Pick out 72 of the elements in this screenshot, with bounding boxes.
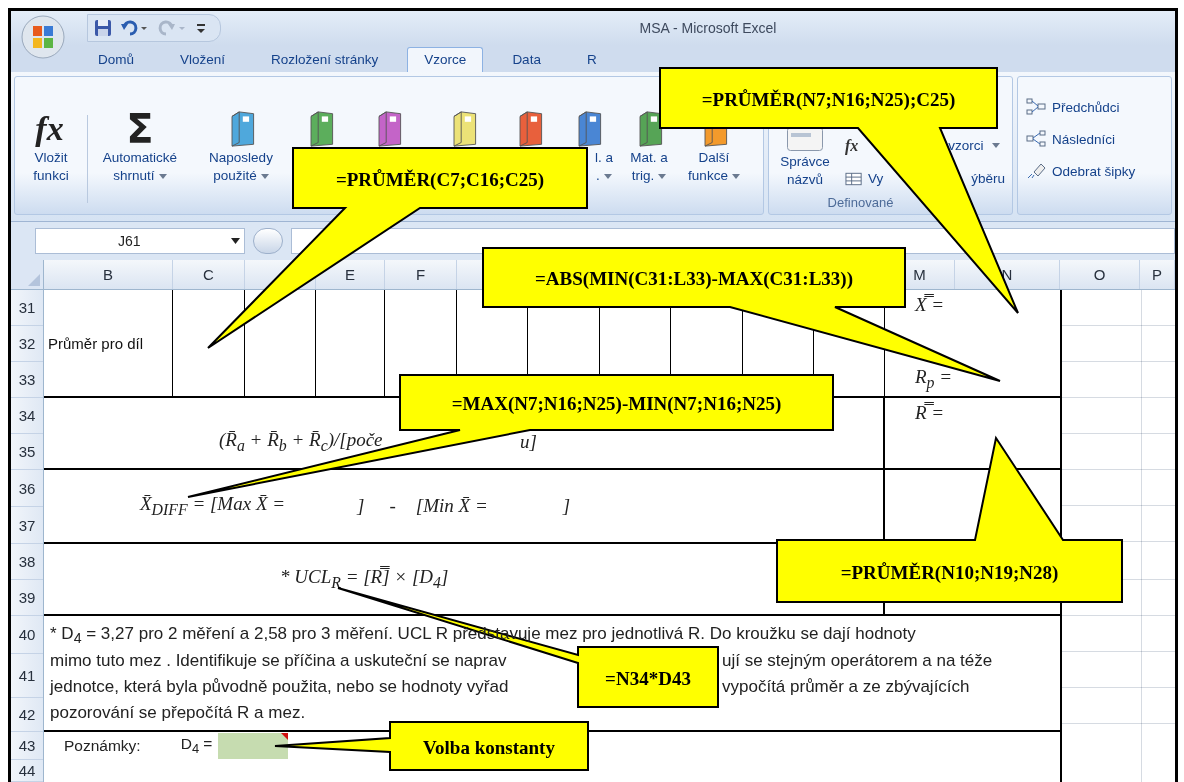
cell-formula: u] — [520, 431, 537, 453]
table-icon — [845, 171, 863, 186]
column-header[interactable]: E — [345, 266, 355, 283]
name-box[interactable]: J61 — [35, 228, 245, 254]
name-tag-icon — [787, 127, 823, 151]
ribbon-button[interactable]: l. a . — [558, 111, 618, 185]
row-header[interactable]: 37 — [18, 516, 36, 534]
ribbon-tab[interactable]: Rozložení stránky — [254, 47, 396, 72]
auditing-button[interactable]: Předchůdci — [1022, 95, 1167, 119]
cell-formula: (R̄$_{a}$ + R̄$_{b}$ + R̄$_{c}$)/[poče — [219, 429, 383, 455]
row-header[interactable]: 32 — [18, 335, 36, 352]
row-header[interactable]: 33 — [18, 371, 36, 388]
save-icon[interactable] — [94, 19, 112, 37]
ribbon-tab[interactable]: Domů — [81, 47, 151, 72]
ribbon-tab[interactable]: R — [569, 47, 614, 72]
column-header[interactable]: B — [103, 266, 113, 283]
ribbon-button[interactable]: Naposledy použité — [192, 111, 290, 185]
callout-tooltip: Volba konstanty — [274, 721, 589, 771]
ribbon-tab[interactable]: Vložení — [163, 47, 243, 72]
cell-formula: - — [389, 495, 396, 517]
note-text: pozorování se přepočítá R a mez. — [50, 703, 306, 723]
boxes-arrow-icon — [1026, 98, 1046, 116]
cell-formula: R$_{p}$ = — [915, 366, 953, 392]
column-header[interactable]: C — [203, 266, 214, 283]
note-text: mimo tuto mez . Identifikuje se příčina a uskuteční se naprav — [50, 651, 507, 671]
window-title: MSA - Microsoft Excel — [638, 20, 778, 36]
ribbon-button[interactable]: fx Vložit funkci — [15, 111, 87, 185]
row-header[interactable]: 31 — [18, 299, 36, 316]
eraser-icon — [1026, 162, 1046, 180]
cell-text: Poznámky: — [64, 737, 141, 755]
column-header[interactable]: F — [415, 266, 426, 283]
row-header[interactable]: 40 — [18, 626, 36, 643]
column-header[interactable]: P — [1152, 266, 1162, 283]
use-in-formula-button[interactable]: fx vzorci — [841, 129, 1009, 162]
cell-formula: [Min X̄ = — [415, 495, 488, 517]
row-header[interactable]: 44 — [18, 762, 36, 779]
input-field[interactable] — [218, 733, 289, 759]
ribbon-button[interactable]: Σ Automatické shrnutí — [88, 111, 192, 185]
note-text: ují se stejným operátorem a na téže — [722, 651, 993, 671]
row-header[interactable]: 35 — [18, 443, 36, 460]
cell-formula: R̿ = — [915, 402, 945, 424]
auditing-button[interactable]: Odebrat šipky — [1022, 159, 1167, 183]
caret-icon — [231, 238, 240, 244]
note-text: jednotce, která byla původně použita, nebo se hodnoty vyřad — [50, 677, 509, 697]
row-header[interactable]: 41 — [18, 667, 36, 684]
cell-formula: X̄$_{DIFF}$ = [Max X̄ = — [140, 493, 286, 519]
row-header[interactable]: 36 — [18, 479, 36, 497]
cell-formula: ] — [562, 495, 571, 517]
ribbon-tab[interactable]: Vzorce — [407, 47, 484, 72]
row-header[interactable]: 42 — [18, 706, 36, 723]
cell-text: D$_{4}$ = — [180, 735, 213, 757]
column-header[interactable]: O — [1093, 266, 1106, 283]
callout-tooltip: =PRŮMĚR(N10;N19;N28) — [776, 435, 1123, 603]
boxes-arrow-icon — [1026, 130, 1046, 148]
undo-icon[interactable] — [120, 19, 150, 37]
circle-handle[interactable] — [253, 228, 283, 254]
ribbon-tab[interactable]: Data — [495, 47, 558, 72]
cell-text: Průměr pro díl — [48, 334, 144, 352]
row-header[interactable]: 34 — [18, 407, 36, 424]
cell-formula: X̿ = — [915, 294, 945, 316]
row-header[interactable]: 43 — [18, 737, 36, 754]
customize-icon[interactable] — [196, 21, 206, 35]
row-header[interactable]: 39 — [18, 589, 36, 606]
row-header[interactable]: 38 — [18, 553, 36, 570]
auditing-button[interactable]: Následníci — [1022, 127, 1167, 151]
cell-formula: ] — [357, 495, 365, 517]
note-text: vypočítá průměr a ze zbývajících — [722, 677, 970, 697]
function-icon: fx — [33, 111, 69, 147]
column-header[interactable]: M — [913, 266, 926, 283]
function-icon: fx — [845, 136, 859, 155]
group-label: Definované — [826, 195, 895, 212]
function-icon: Σ — [126, 111, 154, 147]
